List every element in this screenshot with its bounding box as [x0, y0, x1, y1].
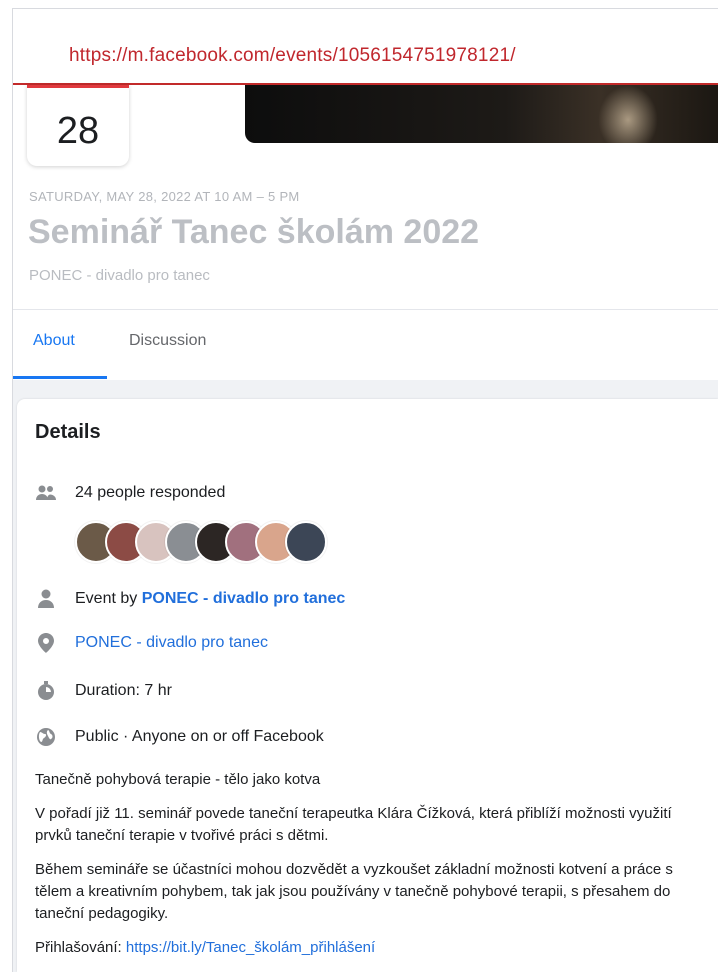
event-organizer[interactable]: PONEC - divadlo pro tanec — [29, 267, 210, 284]
event-tabs: About Discussion — [13, 309, 718, 380]
avatar[interactable] — [285, 521, 327, 563]
browser-frame: https://m.facebook.com/events/1056154751… — [12, 8, 718, 972]
tab-about[interactable]: About — [33, 332, 75, 350]
url-text[interactable]: https://m.facebook.com/events/1056154751… — [69, 45, 516, 67]
duration-row: Duration: 7 hr — [35, 679, 172, 703]
active-tab-indicator — [13, 376, 107, 379]
tab-discussion[interactable]: Discussion — [129, 332, 206, 350]
privacy-text: Public · Anyone on or off Facebook — [75, 728, 324, 745]
registration-label: Přihlašování: — [35, 939, 126, 956]
description-paragraph: Během semináře se účastníci mohou dozvěd… — [35, 861, 673, 922]
registration-line: Přihlašování: https://bit.ly/Tanec_školá… — [35, 937, 710, 959]
stopwatch-icon — [35, 680, 57, 702]
privacy-row: Public · Anyone on or off Facebook — [35, 725, 324, 749]
event-date: SATURDAY, MAY 28, 2022 AT 10 AM – 5 PM — [29, 189, 300, 204]
event-title: Seminář Tanec školám 2022 — [28, 213, 480, 251]
details-heading: Details — [35, 421, 101, 443]
guest-avatars[interactable] — [75, 521, 327, 565]
location-row[interactable]: PONEC - divadlo pro tanec — [35, 631, 268, 655]
cover-photo-highlight — [598, 85, 658, 143]
event-by-prefix: Event by — [75, 590, 142, 607]
location-link[interactable]: PONEC - divadlo pro tanec — [75, 634, 268, 652]
event-by-row: Event by PONEC - divadlo pro tanec — [35, 587, 345, 611]
event-header: 28 SATURDAY, MAY 28, 2022 AT 10 AM – 5 P… — [13, 85, 718, 309]
event-by-link[interactable]: PONEC - divadlo pro tanec — [142, 590, 346, 608]
duration-text: Duration: 7 hr — [75, 682, 172, 699]
location-pin-icon — [35, 632, 57, 654]
responded-row[interactable]: 24 people responded — [35, 481, 225, 505]
responded-count: 24 people responded — [75, 484, 226, 501]
description-paragraph: V pořadí již 11. seminář povede taneční … — [35, 805, 672, 844]
person-icon — [35, 588, 57, 610]
description-line: Tanečně pohybová terapie - tělo jako kot… — [35, 771, 321, 788]
globe-icon — [35, 726, 57, 748]
url-bar[interactable]: https://m.facebook.com/events/1056154751… — [13, 9, 718, 85]
registration-link[interactable]: https://bit.ly/Tanec_školám_přihlášení — [126, 939, 375, 956]
event-cover-photo[interactable] — [245, 85, 718, 143]
date-card: 28 — [27, 85, 129, 166]
people-icon — [35, 482, 57, 504]
event-day: 28 — [56, 110, 100, 152]
details-card: Details 24 people responded Event by PON… — [17, 399, 718, 972]
